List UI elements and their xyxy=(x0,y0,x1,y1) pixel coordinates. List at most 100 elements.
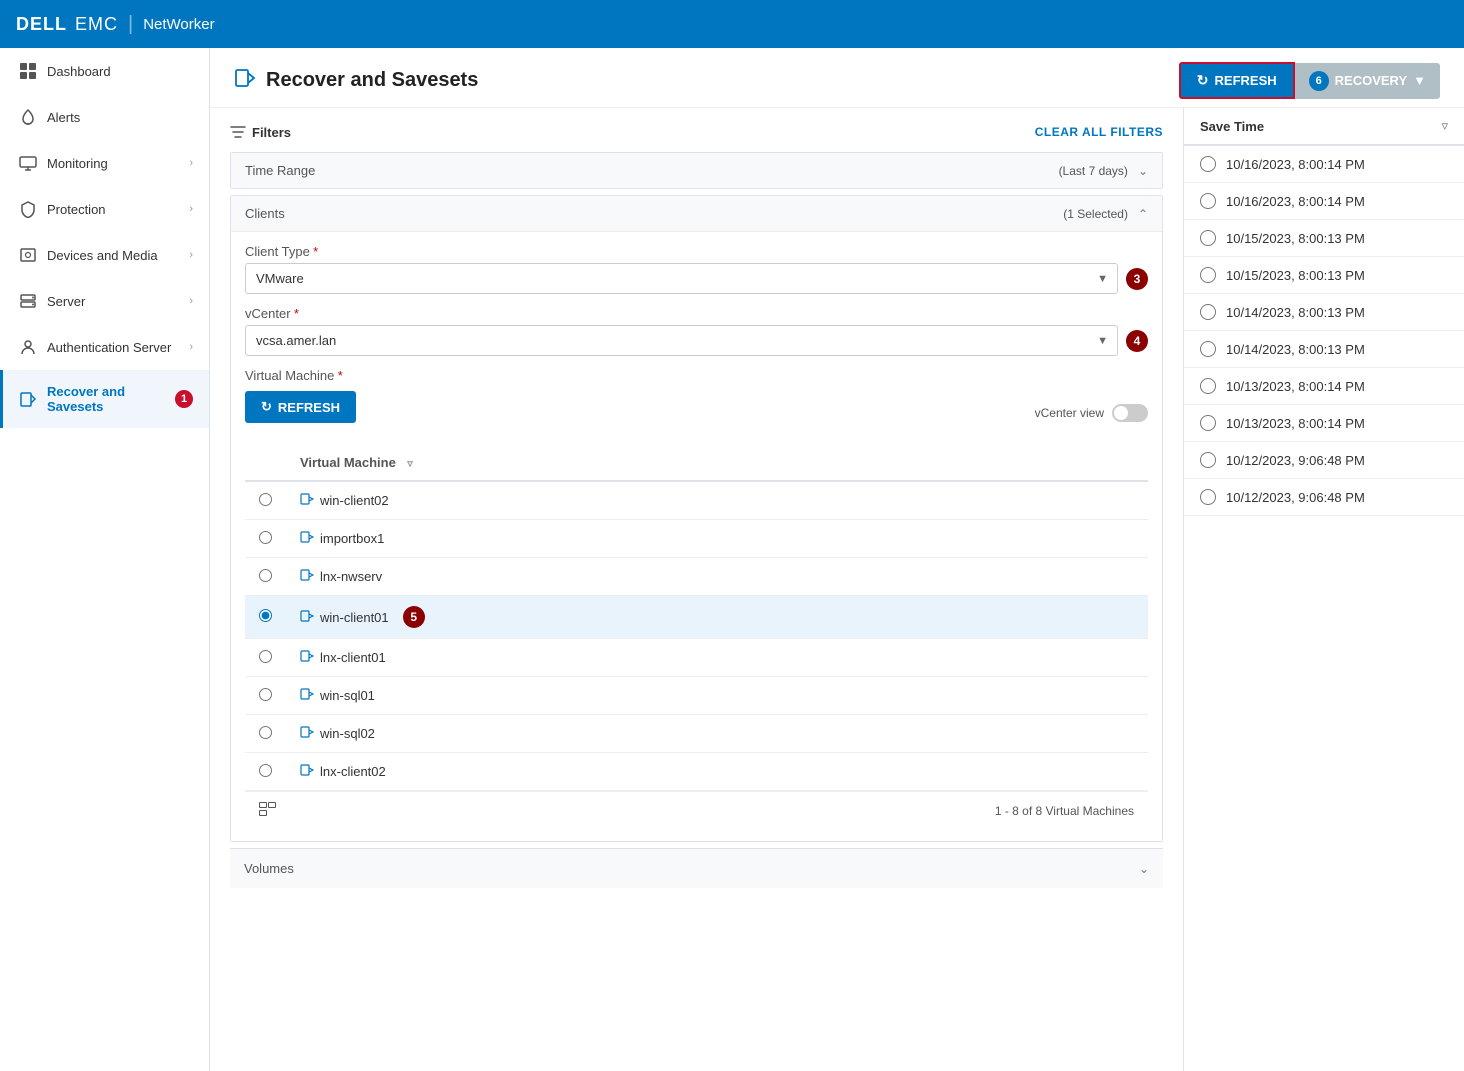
savetime-row[interactable]: 10/15/2023, 8:00:13 PM xyxy=(1184,257,1464,294)
savetime-row[interactable]: 10/12/2023, 9:06:48 PM xyxy=(1184,442,1464,479)
sidebar-item-label: Devices and Media xyxy=(47,248,179,263)
vm-name: lnx-client02 xyxy=(320,764,386,779)
sidebar-item-alerts[interactable]: Alerts xyxy=(0,94,209,140)
savetime-radio-6[interactable] xyxy=(1200,378,1216,394)
vm-radio-5[interactable] xyxy=(259,688,272,701)
vm-table-radio-header xyxy=(245,445,286,481)
sidebar-item-label: Monitoring xyxy=(47,156,179,171)
toggle-knob xyxy=(1114,406,1128,420)
savetime-radio-7[interactable] xyxy=(1200,415,1216,431)
sidebar-item-label: Protection xyxy=(47,202,179,217)
volumes-header[interactable]: Volumes ⌄ xyxy=(230,849,1163,888)
filter-row-clients: Clients (1 Selected) ⌃ Client Type * xyxy=(230,195,1163,842)
vm-radio-6[interactable] xyxy=(259,726,272,739)
vm-radio-3[interactable] xyxy=(259,609,272,622)
filter-row-timerange: Time Range (Last 7 days) ⌄ xyxy=(230,152,1163,189)
vm-radio-1[interactable] xyxy=(259,531,272,544)
savetime-row[interactable]: 10/13/2023, 8:00:14 PM xyxy=(1184,368,1464,405)
sidebar-item-monitoring[interactable]: Monitoring › xyxy=(0,140,209,186)
filter-clients-header[interactable]: Clients (1 Selected) ⌃ xyxy=(231,196,1162,231)
table-row[interactable]: win-client02 xyxy=(245,481,1148,520)
vm-icon xyxy=(300,649,314,666)
savetime-value: 10/13/2023, 8:00:14 PM xyxy=(1226,379,1365,394)
table-row[interactable]: win-sql02 xyxy=(245,715,1148,753)
recovery-button[interactable]: 6 RECOVERY ▼ xyxy=(1295,63,1440,99)
savetime-radio-3[interactable] xyxy=(1200,267,1216,283)
vm-icon xyxy=(300,492,314,509)
savetime-radio-2[interactable] xyxy=(1200,230,1216,246)
save-time-label: Save Time xyxy=(1200,119,1264,134)
savetime-row[interactable]: 10/12/2023, 9:06:48 PM xyxy=(1184,479,1464,516)
vm-icon xyxy=(300,725,314,742)
recovery-badge: 6 xyxy=(1309,71,1329,91)
dell-text: DELL xyxy=(16,14,67,35)
savetime-radio-8[interactable] xyxy=(1200,452,1216,468)
server-icon xyxy=(19,292,37,310)
vcenter-select[interactable]: vcsa.amer.lan xyxy=(245,325,1118,356)
savetime-value: 10/16/2023, 8:00:14 PM xyxy=(1226,194,1365,209)
alerts-icon xyxy=(19,108,37,126)
vm-radio-0[interactable] xyxy=(259,493,272,506)
filter-icon[interactable]: ▿ xyxy=(407,458,413,470)
sidebar-item-auth[interactable]: Authentication Server › xyxy=(0,324,209,370)
table-row[interactable]: lnx-nwserv xyxy=(245,558,1148,596)
vm-name: lnx-client01 xyxy=(320,650,386,665)
savetime-radio-0[interactable] xyxy=(1200,156,1216,172)
savetime-row[interactable]: 10/15/2023, 8:00:13 PM xyxy=(1184,220,1464,257)
required-marker: * xyxy=(313,244,318,259)
step-5-badge: 5 xyxy=(403,606,425,628)
sidebar-item-label: Authentication Server xyxy=(47,340,179,355)
sidebar-item-protection[interactable]: Protection › xyxy=(0,186,209,232)
recover-icon xyxy=(19,390,37,408)
savetime-row[interactable]: 10/13/2023, 8:00:14 PM xyxy=(1184,405,1464,442)
chevron-right-icon: › xyxy=(189,203,193,215)
table-footer-count: 1 - 8 of 8 Virtual Machines xyxy=(995,804,1134,818)
vcenter-view-label: vCenter view xyxy=(1035,406,1104,420)
vcenter-controls-row: ↻ REFRESH vCenter view xyxy=(245,391,1148,435)
vm-radio-4[interactable] xyxy=(259,650,272,663)
vcenter-label: vCenter * xyxy=(245,306,1148,321)
chevron-down-icon: ▼ xyxy=(1413,73,1426,88)
sidebar-item-dashboard[interactable]: Dashboard xyxy=(0,48,209,94)
sidebar-item-label: Dashboard xyxy=(47,64,193,79)
client-type-select[interactable]: VMware Physical NAS xyxy=(245,263,1118,294)
vm-radio-7[interactable] xyxy=(259,764,272,777)
savetime-filter-icon[interactable]: ▿ xyxy=(1441,118,1448,134)
savetime-value: 10/15/2023, 8:00:13 PM xyxy=(1226,231,1365,246)
table-row[interactable]: lnx-client02 xyxy=(245,753,1148,791)
sidebar-item-server[interactable]: Server › xyxy=(0,278,209,324)
savetime-radio-1[interactable] xyxy=(1200,193,1216,209)
filters-title: Filters xyxy=(230,124,291,140)
sidebar-item-devices[interactable]: Devices and Media › xyxy=(0,232,209,278)
table-row[interactable]: importbox1 xyxy=(245,520,1148,558)
left-panel: Filters CLEAR ALL FILTERS Time Range (La… xyxy=(210,108,1184,1071)
table-row[interactable]: win-sql01 xyxy=(245,677,1148,715)
vm-icon xyxy=(300,687,314,704)
clear-all-filters-button[interactable]: CLEAR ALL FILTERS xyxy=(1035,125,1163,139)
refresh-button[interactable]: ↻ REFRESH xyxy=(1179,62,1295,99)
savetime-value: 10/16/2023, 8:00:14 PM xyxy=(1226,157,1365,172)
page-title: Recover and Savesets xyxy=(266,69,478,92)
savetime-radio-5[interactable] xyxy=(1200,341,1216,357)
vm-icon xyxy=(300,763,314,780)
recover-badge: 1 xyxy=(175,390,193,408)
savetime-row[interactable]: 10/16/2023, 8:00:14 PM xyxy=(1184,183,1464,220)
sidebar-item-label: Alerts xyxy=(47,110,193,125)
vcenter-field: vCenter * vcsa.amer.lan ▼ 4 xyxy=(245,306,1148,356)
savetime-radio-4[interactable] xyxy=(1200,304,1216,320)
chevron-right-icon: › xyxy=(189,341,193,353)
savetime-row[interactable]: 10/14/2023, 8:00:13 PM xyxy=(1184,294,1464,331)
filter-timerange-header[interactable]: Time Range (Last 7 days) ⌄ xyxy=(231,153,1162,188)
table-row[interactable]: win-client015 xyxy=(245,596,1148,639)
vcenter-view-toggle[interactable] xyxy=(1112,404,1148,422)
savetime-row[interactable]: 10/16/2023, 8:00:14 PM xyxy=(1184,146,1464,183)
vm-radio-2[interactable] xyxy=(259,569,272,582)
vm-refresh-button[interactable]: ↻ REFRESH xyxy=(245,391,356,423)
auth-icon xyxy=(19,338,37,356)
filter-clients-label: Clients xyxy=(245,206,1063,221)
sidebar-item-recover[interactable]: Recover and Savesets 1 xyxy=(0,370,209,428)
savetime-row[interactable]: 10/14/2023, 8:00:13 PM xyxy=(1184,331,1464,368)
savetime-radio-9[interactable] xyxy=(1200,489,1216,505)
vcenter-toggle-area: vCenter view xyxy=(1035,404,1148,422)
table-row[interactable]: lnx-client01 xyxy=(245,639,1148,677)
